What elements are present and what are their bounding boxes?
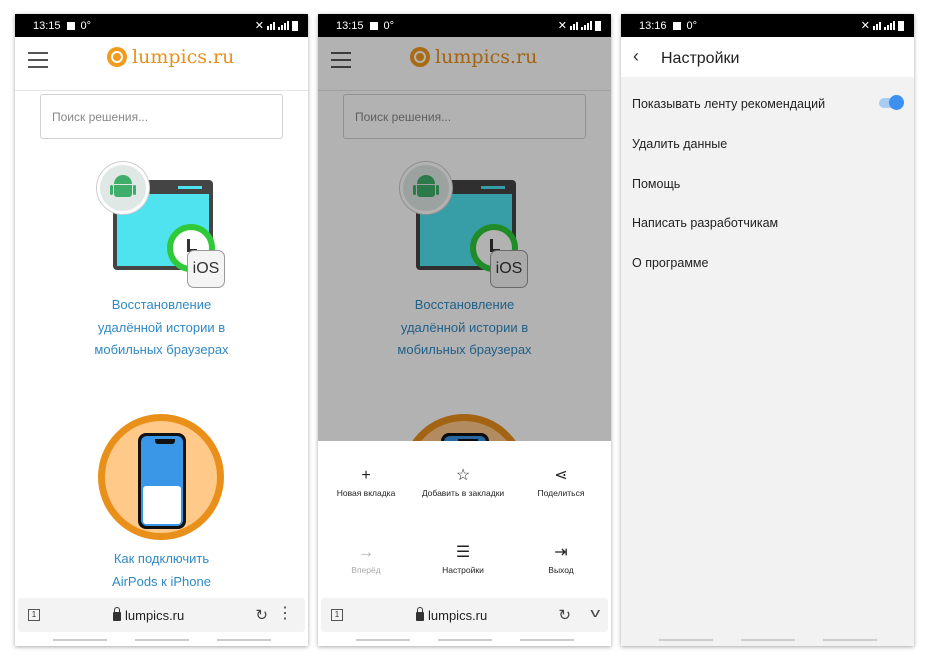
browser-menu-sheet: + Новая вкладка ☆ Добавить в закладки ⋖ … bbox=[318, 441, 611, 598]
mute-icon: ✕ bbox=[860, 20, 870, 32]
status-time: 13:15 bbox=[336, 19, 364, 32]
gallery-icon bbox=[66, 21, 75, 30]
status-temp: 0° bbox=[383, 19, 395, 32]
status-time: 13:16 bbox=[639, 19, 667, 32]
chevron-down-icon[interactable]: v bbox=[590, 605, 600, 620]
settings-item-clear-data[interactable]: Удалить данные bbox=[632, 137, 904, 151]
battery-icon bbox=[595, 20, 601, 31]
phone-screen-settings: 13:16 0° ✕ ‹ Настройки Показывать ленту … bbox=[621, 14, 914, 646]
wifi-icon bbox=[570, 21, 578, 30]
hamburger-menu-icon[interactable] bbox=[28, 52, 48, 68]
menu-new-tab[interactable]: + Новая вкладка bbox=[318, 467, 414, 498]
settings-item-label: Показывать ленту рекомендаций bbox=[632, 97, 826, 111]
recommendations-toggle[interactable] bbox=[879, 95, 904, 110]
signal-icon bbox=[884, 21, 895, 30]
url-field[interactable]: lumpics.ru bbox=[416, 607, 488, 623]
article-link-restore-history[interactable]: Восстановление удалённой истории в мобил… bbox=[15, 294, 308, 362]
menu-item-label: Вперёд bbox=[351, 565, 381, 575]
gallery-icon bbox=[369, 21, 378, 30]
settings-item-about[interactable]: О программе bbox=[632, 256, 904, 270]
tabs-button[interactable]: 1 bbox=[331, 609, 343, 621]
menu-forward[interactable]: → Вперёд bbox=[318, 544, 414, 575]
reload-icon[interactable]: ↻ bbox=[255, 606, 268, 624]
android-icon bbox=[97, 162, 149, 214]
settings-item-contact-developers[interactable]: Написать разработчикам bbox=[632, 216, 904, 230]
arrow-forward-icon: → bbox=[358, 544, 374, 561]
lock-icon bbox=[416, 607, 424, 621]
phone-screen-browser-menu: 13:15 0° ✕ lumpics.ru Поиск решения... i… bbox=[318, 14, 611, 646]
menu-settings[interactable]: ☰ Настройки bbox=[415, 544, 511, 575]
search-input[interactable]: Поиск решения... bbox=[40, 94, 283, 139]
url-field[interactable]: lumpics.ru bbox=[113, 607, 185, 623]
menu-item-label: Новая вкладка bbox=[336, 488, 396, 498]
system-nav-bar bbox=[15, 634, 308, 646]
address-bar[interactable]: 1 lumpics.ru ↻ v bbox=[321, 598, 608, 632]
lock-icon bbox=[113, 607, 121, 621]
article-link-airpods[interactable]: Как подключить AirPods к iPhone bbox=[15, 548, 308, 593]
mute-icon: ✕ bbox=[254, 20, 264, 32]
article-illustration-browsers[interactable]: iOS bbox=[97, 162, 227, 288]
menu-item-label: Поделиться bbox=[537, 488, 585, 498]
settings-item-label: Удалить данные bbox=[632, 137, 728, 151]
settings-item-label: Помощь bbox=[632, 177, 681, 191]
exit-icon: ⇥ bbox=[554, 544, 568, 561]
iphone-illustration bbox=[138, 433, 186, 529]
url-text: lumpics.ru bbox=[428, 608, 488, 623]
wifi-icon bbox=[873, 21, 881, 30]
signal-icon bbox=[278, 21, 289, 30]
sliders-icon: ☰ bbox=[455, 544, 471, 561]
battery-icon bbox=[898, 20, 904, 31]
page-title: Настройки bbox=[661, 50, 740, 67]
status-bar: 13:16 0° ✕ bbox=[621, 14, 914, 37]
mute-icon: ✕ bbox=[557, 20, 567, 32]
status-temp: 0° bbox=[80, 19, 92, 32]
menu-exit[interactable]: ⇥ Выход bbox=[513, 544, 609, 575]
address-bar[interactable]: 1 lumpics.ru ↻ ⋮ bbox=[18, 598, 305, 632]
settings-header: ‹ Настройки bbox=[621, 37, 914, 77]
tabs-button[interactable]: 1 bbox=[28, 609, 40, 621]
orange-logo-icon bbox=[107, 47, 127, 67]
phone-screen-browser: 13:15 0° ✕ lumpics.ru Поиск решения... i… bbox=[15, 14, 308, 646]
status-bar: 13:15 0° ✕ bbox=[318, 14, 611, 37]
site-header: lumpics.ru bbox=[15, 37, 308, 91]
share-icon: ⋖ bbox=[554, 467, 568, 484]
wifi-icon bbox=[267, 21, 275, 30]
logo-text: lumpics.ru bbox=[132, 46, 235, 68]
url-text: lumpics.ru bbox=[125, 608, 185, 623]
site-logo[interactable]: lumpics.ru bbox=[107, 46, 234, 68]
gallery-icon bbox=[672, 21, 681, 30]
menu-item-label: Выход bbox=[548, 565, 574, 575]
system-nav-bar bbox=[318, 634, 611, 646]
status-bar: 13:15 0° ✕ bbox=[15, 14, 308, 37]
system-nav-bar bbox=[621, 634, 914, 646]
menu-item-label: Добавить в закладки bbox=[421, 488, 505, 498]
more-menu-icon[interactable]: ⋮ bbox=[277, 605, 293, 623]
back-arrow-icon[interactable]: ‹ bbox=[633, 46, 639, 67]
settings-item-help[interactable]: Помощь bbox=[632, 177, 904, 191]
settings-item-label: Написать разработчикам bbox=[632, 216, 779, 230]
star-icon: ☆ bbox=[455, 467, 471, 484]
ios-badge: iOS bbox=[187, 250, 225, 288]
reload-icon[interactable]: ↻ bbox=[558, 606, 571, 624]
signal-icon bbox=[581, 21, 592, 30]
menu-add-bookmark[interactable]: ☆ Добавить в закладки bbox=[415, 467, 511, 498]
menu-item-label: Настройки bbox=[442, 565, 484, 575]
article-illustration-airpods[interactable] bbox=[98, 414, 224, 540]
settings-item-recommendations[interactable]: Показывать ленту рекомендаций bbox=[632, 97, 904, 111]
status-time: 13:15 bbox=[33, 19, 61, 32]
settings-item-label: О программе bbox=[632, 256, 709, 270]
menu-overlay-scrim[interactable] bbox=[318, 37, 611, 441]
status-temp: 0° bbox=[686, 19, 698, 32]
menu-share[interactable]: ⋖ Поделиться bbox=[513, 467, 609, 498]
battery-icon bbox=[292, 20, 298, 31]
plus-icon: + bbox=[361, 467, 371, 484]
